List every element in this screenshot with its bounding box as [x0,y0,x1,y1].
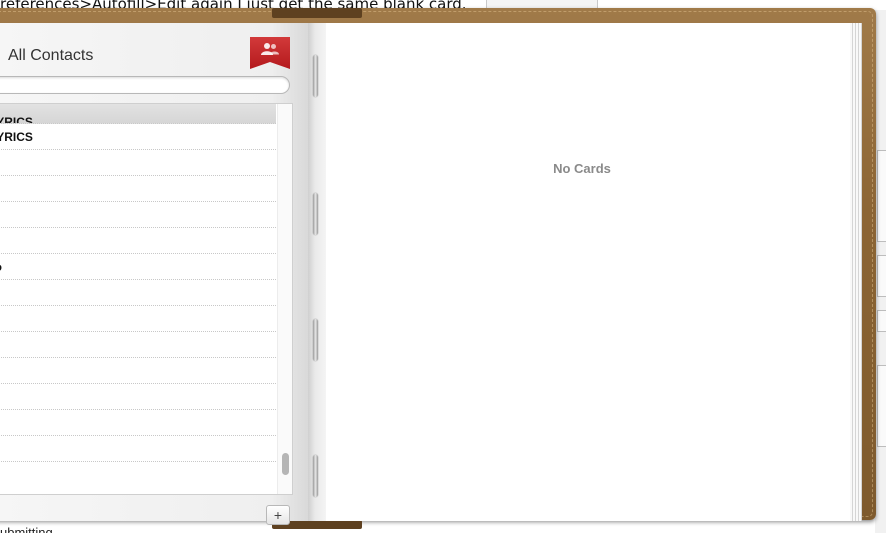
contact-row[interactable] [0,150,276,176]
page-edges [850,23,862,521]
contact-row[interactable] [0,332,276,358]
contact-row[interactable] [0,280,276,306]
binder-ring [313,319,318,361]
contact-row[interactable] [0,176,276,202]
contact-row[interactable] [0,306,276,332]
book-spine [308,23,326,521]
background-right-controls [875,10,886,533]
contact-row[interactable] [0,384,276,410]
scroll-thumb[interactable] [282,453,289,475]
empty-state-message: No Cards [553,161,611,176]
background-footer-text: ubmitting [0,525,53,533]
contact-row[interactable] [0,436,276,462]
group-title: All Contacts [8,47,94,64]
contacts-scrollbar[interactable] [277,104,292,494]
contact-row[interactable] [0,410,276,436]
add-contact-button[interactable]: + [266,505,290,525]
binder-ring [313,193,318,235]
binder-ring [313,455,318,497]
contact-row[interactable] [0,228,276,254]
contact-row[interactable]: ro [0,254,276,280]
search-input[interactable] [0,76,290,94]
contacts-page: All Contacts LYRICS LYRICS ro [0,23,308,525]
contact-row[interactable] [0,358,276,384]
contact-row[interactable]: LYRICS [0,124,276,150]
contact-row[interactable] [0,202,276,228]
people-icon [261,43,279,55]
binder-ring [313,55,318,97]
contacts-list: LYRICS LYRICS ro [0,103,293,495]
groups-bookmark-button[interactable] [250,37,290,69]
spine-clasp-top [272,8,362,18]
address-book-window: All Contacts LYRICS LYRICS ro [0,8,876,529]
contact-row[interactable]: LYRICS [0,104,276,124]
card-page: No Cards [326,23,850,521]
